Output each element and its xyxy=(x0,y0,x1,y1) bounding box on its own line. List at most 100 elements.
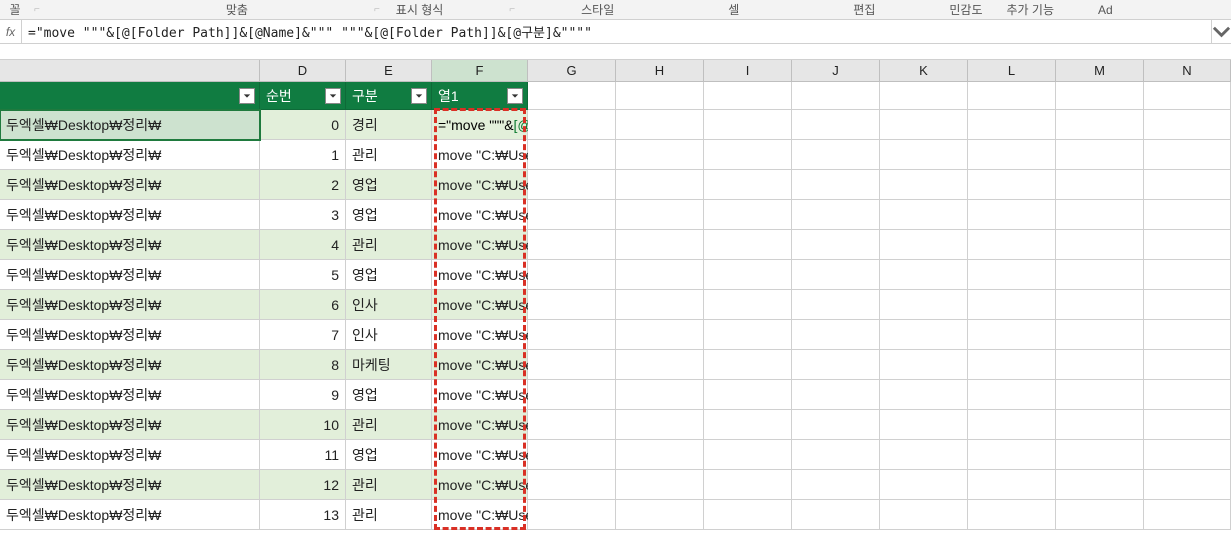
cell[interactable] xyxy=(1144,82,1231,110)
cell[interactable] xyxy=(528,350,616,380)
cell[interactable] xyxy=(1144,350,1231,380)
cell[interactable] xyxy=(1056,170,1144,200)
cell[interactable] xyxy=(1056,350,1144,380)
cell[interactable] xyxy=(968,410,1056,440)
cell-formula[interactable]: move "C:₩Users₩info₩OneDrive - 오빠두엑셀₩Des… xyxy=(432,410,528,440)
cell[interactable] xyxy=(704,350,792,380)
cell[interactable] xyxy=(880,200,968,230)
cell[interactable] xyxy=(880,320,968,350)
cell-formula[interactable]: move "C:₩Users₩info₩OneDrive - 오빠두엑셀₩Des… xyxy=(432,320,528,350)
cell-seq[interactable]: 2 xyxy=(260,170,346,200)
cell[interactable] xyxy=(704,260,792,290)
cell-seq[interactable]: 13 xyxy=(260,500,346,530)
cell[interactable] xyxy=(1056,140,1144,170)
cell[interactable] xyxy=(968,500,1056,530)
cell[interactable] xyxy=(880,290,968,320)
cell-formula[interactable]: move "C:₩Users₩info₩OneDrive - 오빠두엑셀₩Des… xyxy=(432,140,528,170)
cell-formula[interactable]: move "C:₩Users₩info₩OneDrive - 오빠두엑셀₩Des… xyxy=(432,500,528,530)
table-header-seq[interactable]: 순번 xyxy=(260,82,346,110)
cell[interactable] xyxy=(880,410,968,440)
cell[interactable] xyxy=(792,230,880,260)
cell-folder[interactable]: 두엑셀₩Desktop₩정리₩ xyxy=(0,200,260,230)
cell-formula[interactable]: move "C:₩Users₩info₩OneDrive - 오빠두엑셀₩Des… xyxy=(432,290,528,320)
cell-seq[interactable]: 0 xyxy=(260,110,346,140)
cell-seq[interactable]: 7 xyxy=(260,320,346,350)
column-header[interactable]: D xyxy=(260,60,346,81)
cell-formula[interactable]: move "C:₩Users₩info₩OneDrive - 오빠두엑셀₩Des… xyxy=(432,470,528,500)
cell[interactable] xyxy=(1144,410,1231,440)
cell-folder[interactable]: 두엑셀₩Desktop₩정리₩ xyxy=(0,380,260,410)
cell[interactable] xyxy=(968,200,1056,230)
cell-formula[interactable]: move "C:₩Users₩info₩OneDrive - 오빠두엑셀₩Des… xyxy=(432,260,528,290)
cell-folder[interactable]: 두엑셀₩Desktop₩정리₩ xyxy=(0,470,260,500)
cell-folder[interactable]: 두엑셀₩Desktop₩정리₩ xyxy=(0,410,260,440)
cell[interactable] xyxy=(792,500,880,530)
cell[interactable] xyxy=(528,320,616,350)
cell[interactable] xyxy=(792,470,880,500)
cell[interactable] xyxy=(880,380,968,410)
cell[interactable] xyxy=(528,200,616,230)
column-header[interactable]: M xyxy=(1056,60,1144,81)
column-header[interactable]: F xyxy=(432,60,528,81)
cell-folder[interactable]: 두엑셀₩Desktop₩정리₩ xyxy=(0,230,260,260)
cell[interactable] xyxy=(528,260,616,290)
cell[interactable] xyxy=(528,290,616,320)
cell[interactable] xyxy=(792,170,880,200)
cell[interactable] xyxy=(528,230,616,260)
cell[interactable] xyxy=(880,500,968,530)
cell[interactable] xyxy=(704,380,792,410)
cell-category[interactable]: 경리 xyxy=(346,110,432,140)
cell[interactable] xyxy=(1056,410,1144,440)
column-header[interactable]: N xyxy=(1144,60,1231,81)
cell[interactable] xyxy=(616,200,704,230)
cell[interactable] xyxy=(528,380,616,410)
cell-folder[interactable]: 두엑셀₩Desktop₩정리₩ xyxy=(0,440,260,470)
cell[interactable] xyxy=(616,230,704,260)
cell[interactable] xyxy=(792,350,880,380)
cell[interactable] xyxy=(616,380,704,410)
insert-function-button[interactable]: fx xyxy=(0,20,22,43)
cell[interactable] xyxy=(968,320,1056,350)
cell[interactable] xyxy=(1056,500,1144,530)
cell[interactable] xyxy=(616,470,704,500)
cell-category[interactable]: 관리 xyxy=(346,500,432,530)
table-header-category[interactable]: 구분 xyxy=(346,82,432,110)
cell[interactable] xyxy=(1056,110,1144,140)
cell-folder[interactable]: 두엑셀₩Desktop₩정리₩ xyxy=(0,260,260,290)
cell[interactable] xyxy=(1056,290,1144,320)
cell[interactable] xyxy=(1144,440,1231,470)
cell[interactable] xyxy=(792,380,880,410)
cell[interactable] xyxy=(1144,170,1231,200)
cell[interactable] xyxy=(968,290,1056,320)
cell[interactable] xyxy=(1056,470,1144,500)
cell[interactable] xyxy=(968,470,1056,500)
cell[interactable] xyxy=(704,440,792,470)
cell[interactable] xyxy=(792,260,880,290)
cell[interactable] xyxy=(704,140,792,170)
table-header-blank[interactable] xyxy=(0,82,260,110)
cell[interactable] xyxy=(616,290,704,320)
column-header[interactable]: I xyxy=(704,60,792,81)
cell-seq[interactable]: 6 xyxy=(260,290,346,320)
cell[interactable] xyxy=(616,110,704,140)
column-header[interactable]: J xyxy=(792,60,880,81)
cell[interactable] xyxy=(1144,290,1231,320)
column-header[interactable]: H xyxy=(616,60,704,81)
cell[interactable] xyxy=(704,500,792,530)
table-header-col1[interactable]: 열1 xyxy=(432,82,528,110)
cell[interactable] xyxy=(968,380,1056,410)
cell[interactable] xyxy=(1144,470,1231,500)
cell[interactable] xyxy=(792,110,880,140)
cell[interactable] xyxy=(880,110,968,140)
cell[interactable] xyxy=(880,440,968,470)
cell[interactable] xyxy=(968,170,1056,200)
cell-seq[interactable]: 8 xyxy=(260,350,346,380)
cell[interactable] xyxy=(880,470,968,500)
cell[interactable] xyxy=(1144,140,1231,170)
cell-seq[interactable]: 4 xyxy=(260,230,346,260)
cell[interactable] xyxy=(1056,230,1144,260)
cell[interactable] xyxy=(528,500,616,530)
cell-seq[interactable]: 11 xyxy=(260,440,346,470)
cell-category[interactable]: 인사 xyxy=(346,320,432,350)
cell-formula[interactable]: move "C:₩Users₩info₩OneDrive - 오빠두엑셀₩Des… xyxy=(432,440,528,470)
